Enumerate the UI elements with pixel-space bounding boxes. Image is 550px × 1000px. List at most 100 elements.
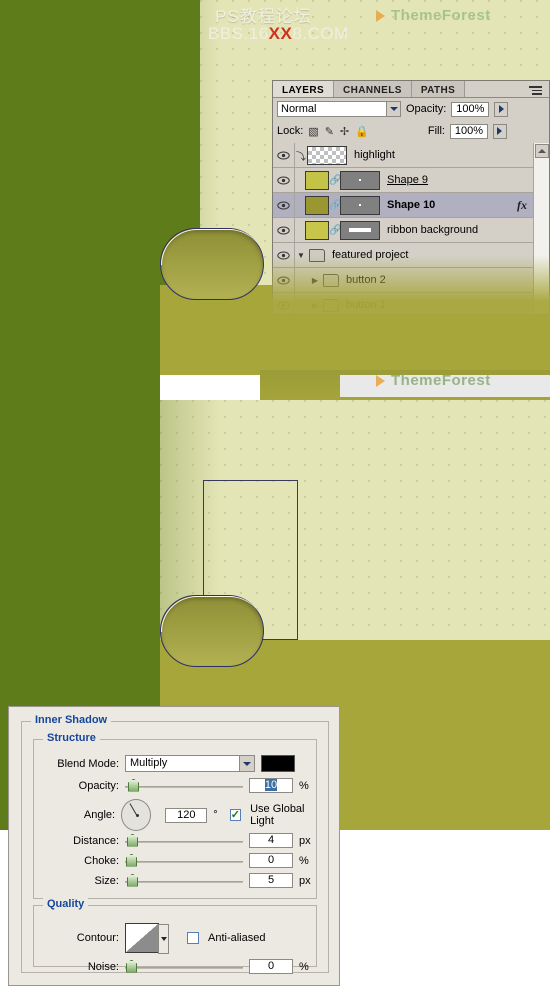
size-slider[interactable] [125, 873, 243, 888]
slider-knob[interactable] [127, 873, 138, 887]
chevron-right-icon[interactable]: ▶ [309, 276, 321, 285]
distance-field[interactable]: 4 [249, 833, 293, 848]
vector-mask-thumbnail[interactable] [340, 220, 380, 240]
size-label: Size: [94, 874, 119, 887]
layers-scrollbar[interactable] [533, 143, 549, 314]
eye-icon[interactable] [273, 218, 295, 242]
blend-mode-label: Blend Mode: [57, 757, 119, 770]
chevron-down-icon[interactable] [386, 102, 400, 116]
inner-shadow-title: Inner Shadow [31, 714, 112, 726]
rounded-shape-highlight-bottom [161, 596, 265, 632]
layer-name[interactable]: button 1 [346, 299, 386, 311]
anti-aliased-checkbox[interactable] [187, 932, 199, 944]
fill-value[interactable]: 100% [449, 123, 488, 139]
fill-slider-icon[interactable] [492, 123, 507, 139]
layer-row-button-2[interactable]: ▶ button 2 [273, 268, 549, 293]
fill-label: Fill: [427, 125, 445, 137]
themeforest-logo-bottom: ThemeForest [376, 372, 491, 389]
chevron-right-icon[interactable]: ▶ [309, 301, 321, 310]
vector-mask-thumbnail[interactable] [340, 170, 380, 190]
layer-name[interactable]: Shape 10 [387, 199, 435, 211]
angle-label: Angle: [83, 809, 116, 821]
opacity-label: Opacity: [406, 103, 447, 115]
lock-all-icon[interactable]: 🔒 [355, 125, 369, 138]
distance-slider[interactable] [125, 833, 243, 848]
layer-thumbnail[interactable] [305, 170, 329, 190]
layer-row-featured-project[interactable]: ▼ featured project [273, 243, 549, 268]
opacity-field[interactable]: 10 [249, 778, 293, 793]
lock-transparency-icon[interactable]: ▧ [308, 125, 318, 138]
chevron-down-icon[interactable]: ▼ [295, 251, 307, 260]
lock-pixels-icon[interactable]: ✎ [325, 125, 334, 138]
tab-paths[interactable]: PATHS [411, 81, 466, 97]
slider-knob[interactable] [127, 833, 138, 847]
opacity-slider[interactable] [125, 778, 243, 793]
blend-mode-value: Multiply [130, 757, 168, 769]
opacity-slider-icon[interactable] [494, 101, 509, 117]
layer-row-shape-9[interactable]: 🔗 Shape 9 [273, 168, 549, 193]
rounded-shape-bottom [160, 595, 265, 667]
blend-mode-select[interactable]: Multiply [125, 755, 255, 772]
eye-icon[interactable] [273, 243, 295, 267]
layer-name[interactable]: featured project [332, 249, 408, 261]
layer-list[interactable]: ⤵ highlight 🔗 Shape 9 🔗 Shape 10 fx ▾ [273, 143, 549, 314]
vector-mask-thumbnail[interactable] [340, 195, 380, 215]
structure-title: Structure [43, 732, 100, 744]
lock-position-icon[interactable]: ✢ [340, 125, 349, 138]
eye-icon[interactable] [273, 293, 295, 314]
angle-dial[interactable] [121, 799, 152, 831]
tab-layers[interactable]: LAYERS [273, 81, 335, 97]
layer-thumbnail[interactable] [305, 195, 329, 215]
angle-field[interactable]: 120 [165, 807, 208, 823]
tab-channels[interactable]: CHANNELS [334, 81, 412, 97]
noise-field[interactable]: 0 [249, 959, 293, 974]
slider-knob[interactable] [126, 853, 137, 867]
layer-name[interactable]: highlight [354, 149, 395, 161]
opacity-value: 10 [264, 779, 278, 791]
layer-row-button-1[interactable]: ▶ button 1 [273, 293, 549, 314]
scroll-up-arrow-icon[interactable] [535, 144, 549, 158]
slider-knob[interactable] [128, 778, 139, 792]
opacity-value[interactable]: 100% [451, 101, 490, 117]
layers-panel[interactable]: LAYERS CHANNELS PATHS Normal Opacity: 10… [272, 80, 550, 315]
blend-mode-select[interactable]: Normal [277, 101, 401, 117]
use-global-light-checkbox[interactable] [229, 809, 242, 821]
choke-unit: % [299, 854, 309, 867]
anti-aliased-label: Anti-aliased [208, 932, 266, 944]
slider-knob[interactable] [126, 959, 137, 973]
choke-field[interactable]: 0 [249, 853, 293, 868]
noise-slider[interactable] [125, 959, 243, 974]
chevron-down-icon[interactable] [158, 924, 169, 954]
layer-thumbnail[interactable] [307, 145, 347, 165]
eye-icon[interactable] [273, 168, 295, 192]
inner-shadow-dialog[interactable]: Inner Shadow Structure Blend Mode: Multi… [8, 706, 340, 986]
layer-name[interactable]: button 2 [346, 274, 386, 286]
lock-row: Lock: ▧ ✎ ✢ 🔒 Fill: 100% [273, 120, 549, 142]
eye-icon[interactable] [273, 268, 295, 292]
layer-row-highlight[interactable]: ⤵ highlight [273, 143, 549, 168]
layer-name[interactable]: Shape 9 [387, 174, 428, 186]
shadow-color-swatch[interactable] [261, 755, 295, 772]
contour-preset[interactable] [125, 923, 169, 954]
eye-icon[interactable] [273, 193, 295, 217]
panel-menu-icon[interactable] [529, 84, 545, 95]
link-icon[interactable]: 🔗 [329, 175, 341, 186]
layer-row-ribbon-background[interactable]: 🔗 ribbon background [273, 218, 549, 243]
play-triangle-icon [376, 9, 385, 22]
distance-row: Distance: 4 px [47, 833, 317, 848]
opacity-row: Opacity: 10 % [47, 778, 317, 793]
themeforest-logo-top: ThemeForest [376, 7, 491, 24]
slider-track [125, 966, 243, 969]
eye-icon[interactable] [273, 143, 295, 167]
angle-row: Angle: 120 ° Use Global Light [47, 799, 327, 831]
chevron-down-icon[interactable] [239, 756, 254, 771]
choke-slider[interactable] [125, 853, 243, 868]
layer-effects-icon[interactable]: fx [517, 198, 527, 213]
layer-name[interactable]: ribbon background [387, 224, 478, 236]
size-field[interactable]: 5 [249, 873, 293, 888]
size-unit: px [299, 874, 311, 887]
layer-row-shape-10[interactable]: 🔗 Shape 10 fx ▾ [273, 193, 549, 218]
link-icon[interactable]: 🔗 [329, 200, 341, 211]
layer-thumbnail[interactable] [305, 220, 329, 240]
link-icon[interactable]: 🔗 [329, 225, 341, 236]
